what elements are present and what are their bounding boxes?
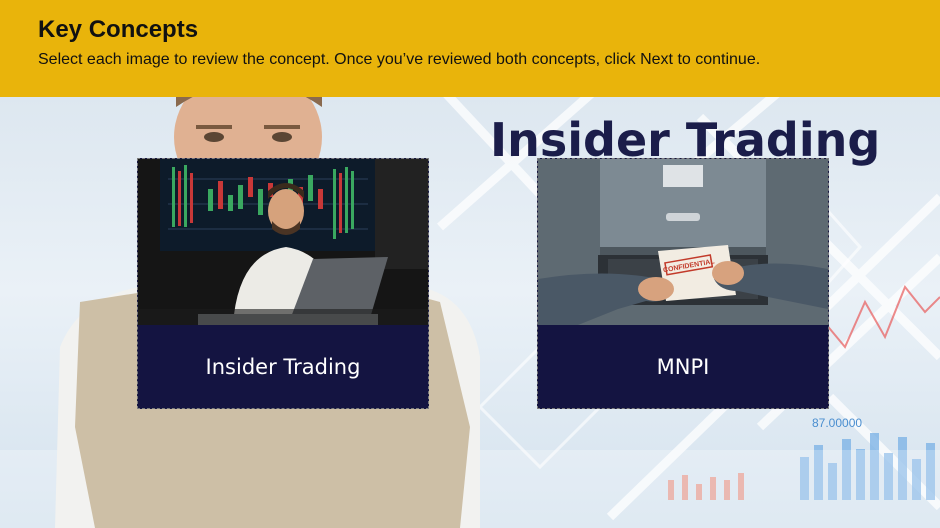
page-title: Key Concepts xyxy=(38,16,199,43)
instructions-text: Select each image to review the concept.… xyxy=(38,51,761,68)
card-label-insider-trading: Insider Trading xyxy=(205,354,361,379)
confidential-file-drawer-image: CONFIDENTIAL xyxy=(538,159,828,325)
concept-card-insider-trading[interactable]: Insider Trading xyxy=(137,158,429,409)
trader-at-laptop-image xyxy=(138,159,428,325)
concept-card-mnpi[interactable]: CONFIDENTIAL MNPI xyxy=(537,158,829,409)
ticker-value: 87.00000 xyxy=(812,416,862,430)
content-stage: Insider Trading 87.00000 Insider Trading… xyxy=(0,97,940,528)
card-label-mnpi: MNPI xyxy=(656,354,710,379)
header-bar: Key Concepts Select each image to review… xyxy=(0,0,940,97)
